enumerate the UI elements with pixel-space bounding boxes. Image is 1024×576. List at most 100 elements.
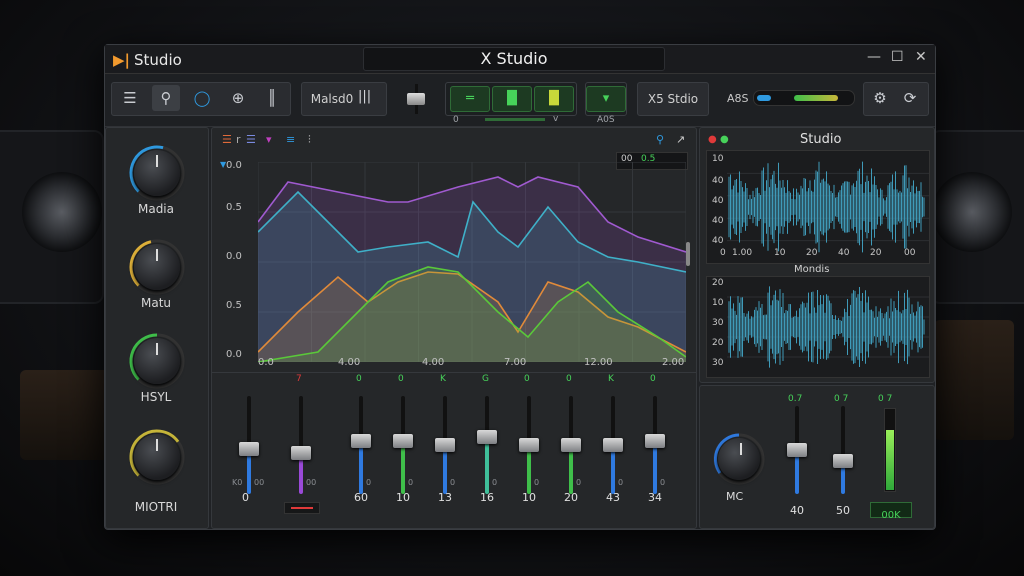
mute-indicator[interactable] <box>284 502 320 514</box>
fader-cap[interactable] <box>833 454 853 468</box>
center-progress <box>485 118 545 121</box>
fader-cap[interactable] <box>561 438 581 452</box>
wave-x-label: 20 <box>806 248 818 258</box>
dropdown-icon[interactable]: ▾ <box>266 133 272 146</box>
app-logo: ▶| Studio <box>113 51 182 69</box>
lines-icon[interactable]: ☰ <box>246 133 256 146</box>
abs-meter[interactable] <box>753 90 855 106</box>
graph-scrollbar[interactable] <box>686 242 690 266</box>
channel-fader[interactable] <box>236 396 262 506</box>
x-label: 0.0 <box>258 357 274 368</box>
channel-fader[interactable] <box>348 396 374 506</box>
channel-fader[interactable] <box>390 396 416 506</box>
monitor-fader[interactable] <box>784 406 810 516</box>
fader-cap[interactable] <box>603 438 623 452</box>
wave-x-label: 10 <box>774 248 786 258</box>
minimize-button[interactable]: — <box>867 49 881 65</box>
maximize-button[interactable]: ☐ <box>891 49 904 65</box>
x-label: 2.00 <box>662 357 685 368</box>
fader-value: 43 <box>606 491 620 504</box>
fader-cap[interactable] <box>645 434 665 448</box>
fader-cap[interactable] <box>477 430 497 444</box>
y-label: 0.0 <box>226 160 242 171</box>
meter-label: 00K <box>881 510 901 521</box>
eq-graph[interactable] <box>258 162 686 362</box>
meter-toggle-button[interactable]: ▐▌ <box>534 86 574 112</box>
fader-cap[interactable] <box>291 446 311 460</box>
fader-cap[interactable] <box>519 438 539 452</box>
fader-tick: 00 <box>254 478 265 487</box>
y-label: 0.0 <box>226 349 242 360</box>
gear-icon[interactable]: ⚙ <box>866 85 894 111</box>
channel-fader[interactable] <box>516 396 542 506</box>
wave-x-label: 0 <box>720 248 726 258</box>
knob-matu[interactable] <box>128 238 186 296</box>
wave-x-label: 20 <box>870 248 882 258</box>
export-icon[interactable]: ↗ <box>676 133 685 146</box>
circle-icon[interactable]: ◯ <box>188 85 216 111</box>
pin-icon[interactable]: ⚲ <box>656 133 664 146</box>
flag-icon[interactable]: ▾ <box>586 86 626 112</box>
monitor-fader[interactable] <box>830 406 856 516</box>
channel-fader[interactable] <box>288 396 314 506</box>
wave-x-label: 40 <box>838 248 850 258</box>
knob-miotri[interactable] <box>128 428 186 486</box>
x-label: 7.00 <box>504 357 527 368</box>
fader-cap[interactable] <box>239 442 259 456</box>
fader-top-label: 0 <box>566 374 572 384</box>
channel-fader[interactable] <box>558 396 584 506</box>
monitor-knob-label: MC <box>726 490 744 503</box>
waveform-1[interactable] <box>706 150 930 264</box>
fader-cap[interactable] <box>393 434 413 448</box>
title-bar: ▶| Studio X Studio — ☐ ✕ <box>105 45 935 74</box>
x-label: 4.00 <box>422 357 445 368</box>
wave-toggle-button[interactable]: ▐▌ <box>492 86 532 112</box>
waveform-2[interactable] <box>706 276 930 378</box>
knob-madia[interactable] <box>128 144 186 202</box>
fader-tick: 00 <box>306 478 317 487</box>
fader-cap[interactable] <box>435 438 455 452</box>
fader-cap[interactable] <box>351 434 371 448</box>
fader-tick: 0 <box>618 478 624 487</box>
play-dot-icon[interactable]: ● <box>720 134 729 145</box>
magnify-icon[interactable]: ⚲ <box>152 85 180 111</box>
wave2-title: Mondis <box>794 264 830 275</box>
toolbar-fader[interactable] <box>403 84 429 114</box>
globe-icon[interactable]: ⊕ <box>224 85 252 111</box>
refresh-icon[interactable]: ⟳ <box>896 85 924 111</box>
wave-mini-icon[interactable]: ⫶ <box>308 133 311 147</box>
channel-fader[interactable] <box>642 396 668 506</box>
list-icon[interactable]: ☰ <box>222 133 232 146</box>
knob-hsyl[interactable] <box>128 332 186 390</box>
knob-label-miotri: MIOTRI <box>134 500 178 514</box>
fader-cap[interactable] <box>787 443 807 457</box>
r-icon[interactable]: r <box>236 133 241 146</box>
eq-toggle-button[interactable]: ═ <box>450 86 490 112</box>
menu-icon[interactable]: ☰ <box>116 85 144 111</box>
monitor-knob[interactable] <box>710 430 768 488</box>
fader-value: 10 <box>396 491 410 504</box>
record-dot-icon[interactable]: ● <box>708 134 717 145</box>
right-desk <box>934 320 1014 440</box>
toolbar: ☰ ⚲ ◯ ⊕ ║ Malsd0 ||| ═ ▐▌ ▐▌ 0 v ▾ A0S X… <box>105 74 935 127</box>
monitor-panel: MC 0.7 40 0 7 50 0 7 00K <box>699 385 935 529</box>
channel-fader[interactable] <box>432 396 458 506</box>
wave2-y-label: 20 <box>712 278 724 288</box>
waveform-icon[interactable]: ║ <box>258 85 286 111</box>
fader-tick: K0 <box>232 478 243 487</box>
right-speaker <box>930 130 1024 304</box>
meter-label-box[interactable]: 00K <box>870 502 912 521</box>
fader-top-label: 0 <box>356 374 362 384</box>
channel-fader[interactable] <box>474 396 500 506</box>
fader-top-label: G <box>482 374 489 384</box>
fader-tick: 0 <box>450 478 456 487</box>
channel-fader[interactable] <box>600 396 626 506</box>
close-button[interactable]: ✕ <box>915 49 927 65</box>
waveform-trace <box>728 161 925 253</box>
mode-group[interactable]: Malsd0 ||| <box>301 82 387 116</box>
mode-label-button[interactable]: X5 Stdio <box>637 82 709 116</box>
studio-window: ▶| Studio X Studio — ☐ ✕ ☰ ⚲ ◯ ⊕ ║ Malsd0… <box>104 44 936 530</box>
level-meter <box>884 408 896 492</box>
filter-icon[interactable]: ≡ <box>286 133 295 146</box>
monitor-fader-value: 50 <box>836 504 850 517</box>
